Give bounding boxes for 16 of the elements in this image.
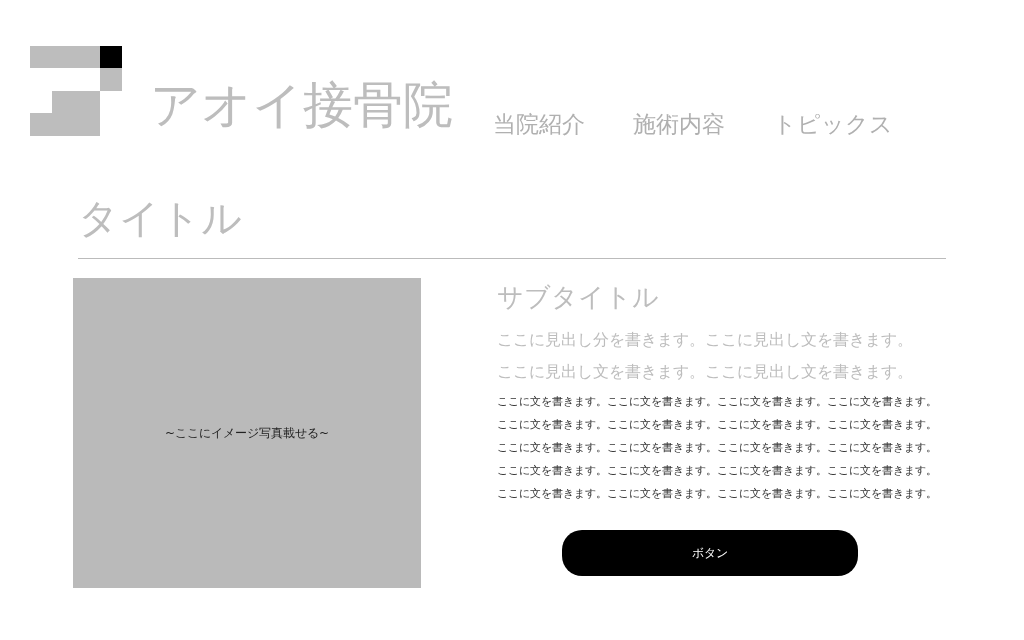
nav-link[interactable]: トピックス xyxy=(773,113,893,136)
heading-text: ここに見出し文を書きます。ここに見出し文を書きます。 xyxy=(497,362,914,382)
logo-icon xyxy=(30,46,122,136)
body-text: ここに文を書きます。ここに文を書きます。ここに文を書きます。ここに文を書きます。 xyxy=(497,440,937,454)
heading-text: ここに見出し分を書きます。ここに見出し文を書きます。 xyxy=(497,330,914,350)
placeholder-text: ~ここにイメージ写真載せる~ xyxy=(164,425,330,442)
subtitle: サブタイトル xyxy=(497,284,660,310)
body-text: ここに文を書きます。ここに文を書きます。ここに文を書きます。ここに文を書きます。 xyxy=(497,417,937,431)
logo-text: アオイ接骨院 xyxy=(150,80,453,130)
page-title: タイトル xyxy=(78,198,243,238)
body-text: ここに文を書きます。ここに文を書きます。ここに文を書きます。ここに文を書きます。 xyxy=(497,486,937,500)
body-text: ここに文を書きます。ここに文を書きます。ここに文を書きます。ここに文を書きます。 xyxy=(497,463,937,477)
body-text: ここに文を書きます。ここに文を書きます。ここに文を書きます。ここに文を書きます。 xyxy=(497,394,937,408)
action-button[interactable]: ボタン xyxy=(562,530,858,576)
nav-link[interactable]: 施術内容 xyxy=(633,113,725,136)
nav-link[interactable]: 当院紹介 xyxy=(493,113,585,136)
